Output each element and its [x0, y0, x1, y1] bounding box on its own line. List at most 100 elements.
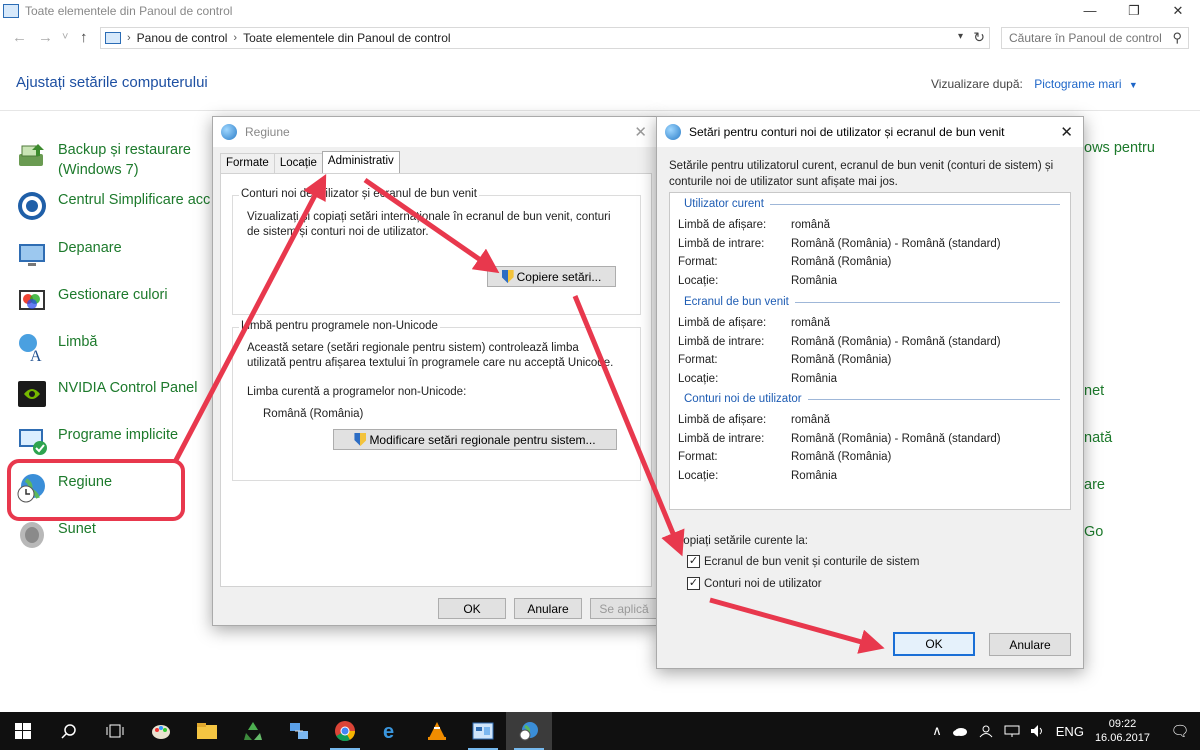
setting-row: Limbă de afișare: română: [678, 317, 830, 329]
checkbox-welcome-screen[interactable]: ✓ Ecranul de bun venit și conturile de s…: [687, 555, 919, 568]
cp-item-nvidia[interactable]: NVIDIA Control Panel: [16, 378, 197, 410]
setting-row: Locație: România: [678, 470, 838, 482]
setting-row: Limbă de intrare: Română (România) - Româ…: [678, 433, 1001, 445]
cp-item-sound[interactable]: Sunet: [16, 519, 96, 551]
forward-arrow-icon[interactable]: →: [38, 29, 53, 46]
chevron-up-icon[interactable]: ∧: [932, 723, 942, 739]
cp-item-troubleshoot[interactable]: Depanare: [16, 238, 122, 270]
apply-button[interactable]: Se aplică: [590, 598, 658, 619]
ok-button[interactable]: OK: [438, 598, 506, 619]
tab-location[interactable]: Locație: [273, 153, 323, 173]
close-icon[interactable]: ✕: [1060, 123, 1073, 141]
cp-item-label: Sunet: [58, 521, 96, 537]
file-explorer-icon: [197, 723, 217, 739]
tab-administrative[interactable]: Administrativ: [321, 151, 400, 173]
cp-item-fragment[interactable]: ows pentru: [1084, 140, 1155, 156]
edge-icon: e: [383, 721, 394, 742]
checkbox[interactable]: ✓: [687, 577, 700, 590]
search-icon: [61, 724, 76, 739]
region-dialog: Regiune ✕ Formate Locație Administrativ …: [212, 116, 658, 626]
recent-locations-icon[interactable]: ˅: [62, 31, 68, 43]
cp-item-ease-of-access[interactable]: Centrul Simplificare acc: [16, 190, 210, 222]
tab-formats[interactable]: Formate: [220, 153, 275, 173]
cp-item-fragment[interactable]: nată: [1084, 430, 1112, 446]
cp-item-label: NVIDIA Control Panel: [58, 380, 198, 396]
ok-button[interactable]: OK: [893, 632, 975, 656]
cp-item-fragment[interactable]: Go: [1084, 524, 1103, 540]
clock[interactable]: 09:22 16.06.2017: [1095, 717, 1150, 745]
volume-icon[interactable]: [1030, 724, 1046, 738]
cp-item-fragment[interactable]: are: [1084, 477, 1105, 493]
refresh-icon[interactable]: ↻: [973, 29, 985, 46]
search-icon[interactable]: ⚲: [1172, 30, 1182, 46]
region-icon: [221, 124, 237, 140]
breadcrumb-control-panel[interactable]: Panou de control: [137, 31, 228, 45]
page-title: Ajustați setările computerului: [16, 74, 208, 91]
close-button[interactable]: ✕: [1156, 0, 1200, 22]
recycle-icon: [244, 722, 262, 740]
taskbar-app-region[interactable]: [506, 712, 552, 750]
setting-row: Format: Română (România): [678, 354, 892, 366]
taskbar-app-file-explorer[interactable]: [184, 712, 230, 750]
cp-item-label: Centrul Simplificare acc: [58, 192, 211, 208]
breadcrumb-all-items[interactable]: Toate elementele din Panoul de control: [243, 31, 450, 45]
search-box[interactable]: ⚲: [1001, 27, 1189, 49]
chevron-down-icon[interactable]: ▾: [958, 31, 963, 42]
cp-item-backup[interactable]: Backup și restaurare (Windows 7): [16, 140, 208, 180]
start-button[interactable]: [0, 712, 46, 750]
language-indicator[interactable]: ENG: [1056, 724, 1084, 739]
taskbar-app-control-panel[interactable]: [460, 712, 506, 750]
taskbar-app-paint[interactable]: [138, 712, 184, 750]
cancel-button[interactable]: Anulare: [989, 633, 1071, 656]
search-button[interactable]: [46, 712, 92, 750]
back-arrow-icon[interactable]: ←: [12, 29, 27, 46]
cp-item-fragment[interactable]: net: [1084, 383, 1104, 399]
button-label: Modificare setări regionale pentru siste…: [369, 432, 596, 447]
group-welcome-screen: Conturi noi de utilizator și ecranul de …: [232, 188, 641, 315]
checkbox[interactable]: ✓: [687, 555, 700, 568]
control-panel-icon: [472, 722, 494, 740]
cp-item-color-management[interactable]: Gestionare culori: [16, 285, 168, 317]
group-legend: Conturi noi de utilizator și ecranul de …: [239, 188, 479, 200]
network-status-icon[interactable]: [1004, 724, 1020, 738]
setting-row: Format: Română (România): [678, 256, 892, 268]
task-view-button[interactable]: [92, 712, 138, 750]
taskbar-app-vlc[interactable]: [414, 712, 460, 750]
cp-item-label: Limbă: [58, 334, 98, 350]
clock-date: 16.06.2017: [1094, 732, 1150, 744]
taskbar-app-recycle[interactable]: [230, 712, 276, 750]
view-by-dropdown[interactable]: Pictograme mari: [1034, 77, 1121, 91]
address-bar[interactable]: › Panou de control › Toate elementele di…: [100, 27, 990, 49]
section-title-welcome-screen: Ecranul de bun venit: [684, 296, 1060, 308]
tab-strip: Formate Locație Administrativ: [220, 151, 400, 173]
cp-item-label: Depanare: [58, 240, 122, 256]
setting-row: Locație: România: [678, 275, 838, 287]
cp-item-default-programs[interactable]: Programe implicite: [16, 425, 178, 457]
chevron-down-icon[interactable]: ▼: [1129, 80, 1138, 90]
cp-item-language[interactable]: A Limbă: [16, 332, 98, 364]
close-icon[interactable]: ✕: [634, 123, 647, 141]
action-center-icon[interactable]: 🗨: [1160, 712, 1200, 750]
cancel-button[interactable]: Anulare: [514, 598, 582, 619]
region-icon: [665, 124, 681, 140]
up-arrow-icon[interactable]: ↑: [80, 29, 88, 46]
taskbar-app-edge[interactable]: e: [368, 712, 414, 750]
people-icon[interactable]: [978, 724, 994, 738]
onedrive-icon[interactable]: [952, 725, 968, 737]
maximize-button[interactable]: ❐: [1112, 0, 1156, 22]
minimize-button[interactable]: —: [1068, 0, 1112, 22]
color-management-icon: [19, 290, 45, 310]
change-system-locale-button[interactable]: Modificare setări regionale pentru siste…: [333, 429, 617, 450]
shield-icon: [501, 270, 514, 283]
checkbox-new-accounts[interactable]: ✓ Conturi noi de utilizator: [687, 577, 822, 590]
troubleshoot-icon: [19, 244, 45, 266]
divider: [0, 110, 1200, 111]
svg-text:A: A: [30, 348, 42, 364]
view-by: Vizualizare după: Pictograme mari ▼: [931, 77, 1138, 91]
region-icon: [519, 722, 538, 741]
taskbar-app-network[interactable]: [276, 712, 322, 750]
copy-settings-button[interactable]: Copiere setări...: [487, 266, 616, 287]
windows-start-icon: [15, 723, 31, 739]
taskbar-app-chrome[interactable]: [322, 712, 368, 750]
search-input[interactable]: [1009, 31, 1169, 45]
